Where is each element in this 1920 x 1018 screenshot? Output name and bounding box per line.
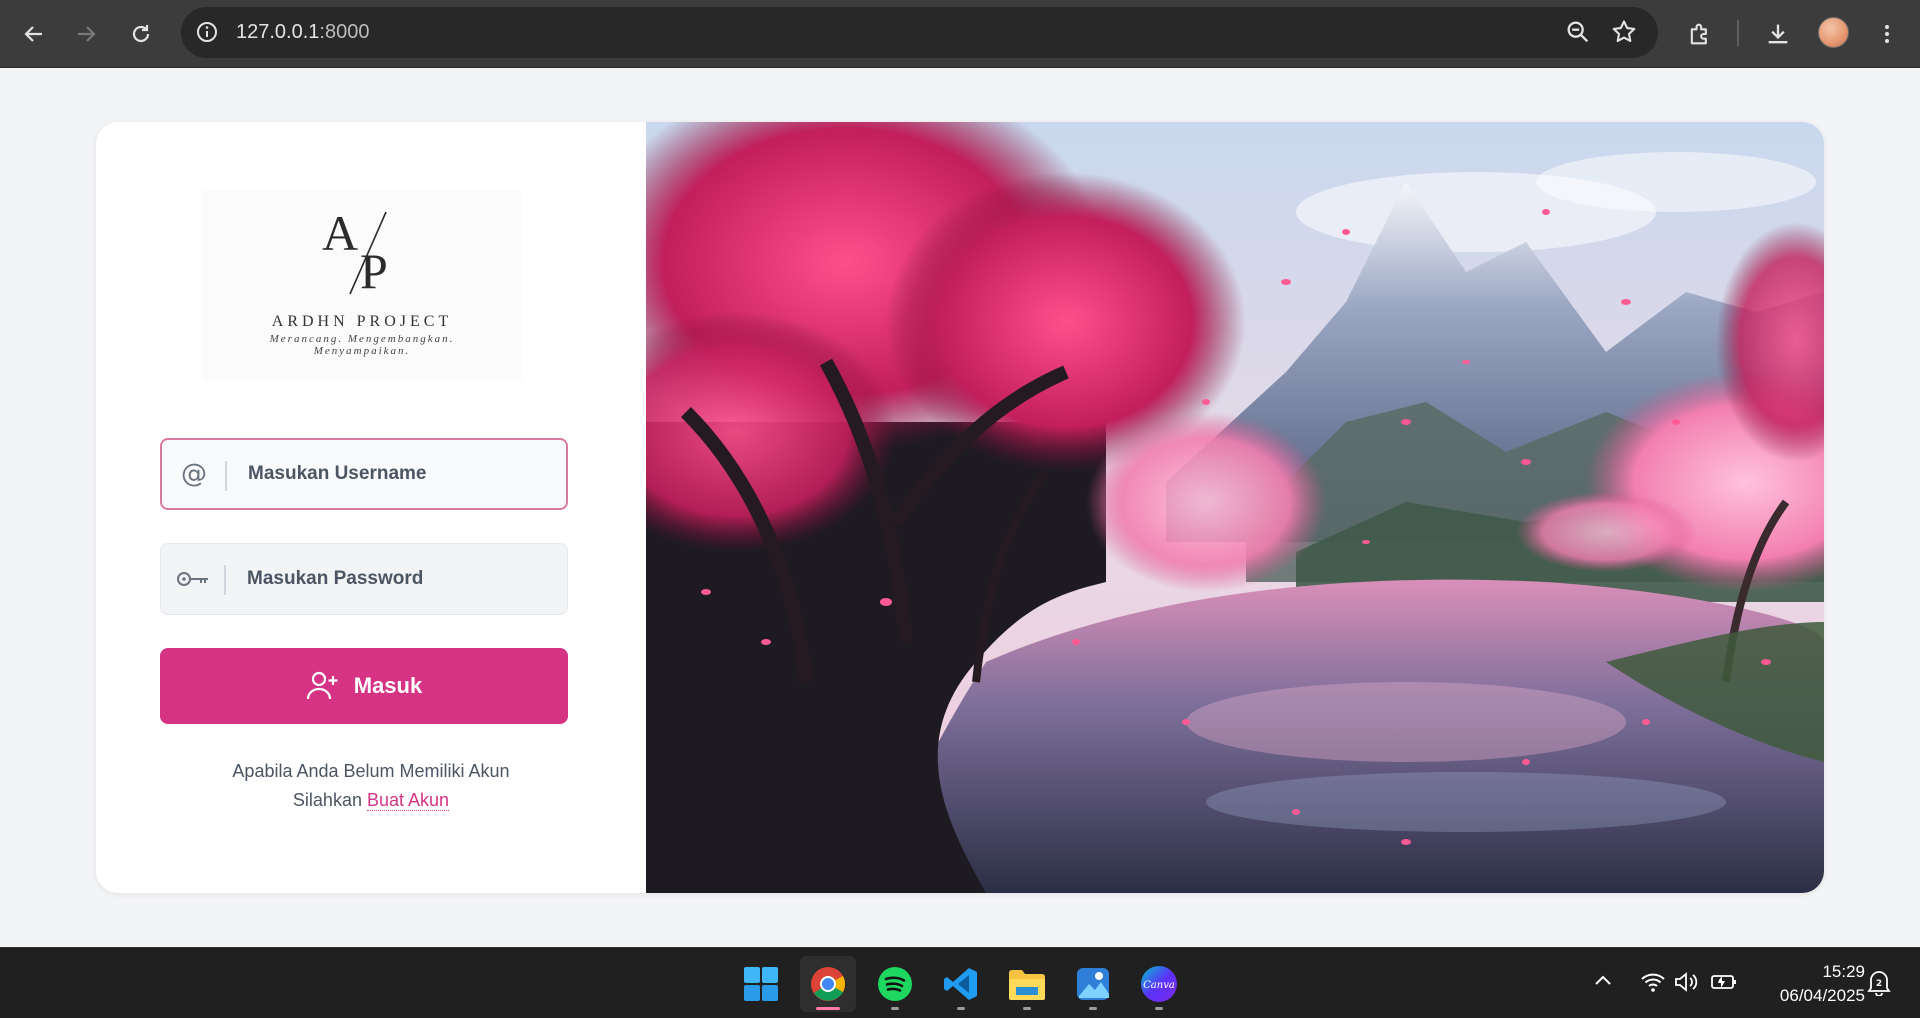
logo-letter-p: P: [360, 243, 388, 299]
volume-icon[interactable]: [1673, 970, 1699, 999]
clock-time: 15:29: [1822, 962, 1865, 981]
brand-logo: A P ARDHN PROJECT Merancang. Mengembangk…: [202, 190, 522, 380]
taskbar-app-canva[interactable]: Canva: [1131, 956, 1187, 1012]
browser-toolbar: 127.0.0.1:8000: [0, 0, 1920, 68]
signup-prefix: Silahkan: [292, 790, 362, 810]
taskbar-app-photos[interactable]: [1065, 956, 1121, 1012]
taskbar-app-vscode[interactable]: [933, 956, 989, 1012]
canva-logo-text: Canva: [1143, 980, 1175, 991]
wifi-icon[interactable]: [1640, 970, 1666, 999]
login-button-label: Masuk: [353, 673, 423, 698]
chrome-icon: [811, 967, 845, 1001]
windows-start-icon: [744, 967, 778, 1001]
back-button[interactable]: [14, 14, 54, 54]
file-explorer-icon: [1009, 970, 1045, 1000]
logo-monogram: A P: [202, 200, 522, 305]
password-input[interactable]: [247, 544, 547, 614]
taskbar-app-file-explorer[interactable]: [999, 956, 1055, 1012]
reload-icon: [132, 25, 150, 43]
download-icon: [1768, 24, 1788, 44]
extensions-button[interactable]: [1680, 14, 1720, 54]
login-panel: A P ARDHN PROJECT Merancang. Mengembangk…: [96, 122, 646, 893]
running-indicator: [957, 1007, 965, 1010]
field-divider: [224, 565, 226, 595]
reload-button[interactable]: [121, 14, 161, 54]
hero-image: [646, 122, 1824, 893]
running-indicator: [1089, 1007, 1097, 1010]
address-bar[interactable]: 127.0.0.1:8000: [181, 7, 1658, 58]
menu-button[interactable]: [1867, 14, 1907, 54]
vscode-icon: [944, 968, 977, 1000]
battery-icon[interactable]: [1710, 970, 1738, 999]
start-button[interactable]: [733, 956, 789, 1012]
running-indicator: [1155, 1007, 1163, 1010]
url-text[interactable]: 127.0.0.1:8000: [236, 21, 369, 44]
chevron-up-icon[interactable]: [1592, 970, 1614, 997]
brand-tagline: Merancang. Mengembangkan. Menyampaikan.: [269, 333, 455, 357]
notification-bell-icon[interactable]: 2: [1866, 968, 1892, 1001]
at-icon: @: [181, 459, 207, 489]
running-indicator: [891, 1007, 899, 1010]
site-info-icon[interactable]: [195, 20, 219, 44]
clock-date: 06/04/2025: [1779, 986, 1865, 1005]
login-card: A P ARDHN PROJECT Merancang. Mengembangk…: [96, 122, 1824, 893]
taskbar-app-chrome[interactable]: [800, 956, 856, 1012]
key-icon: [173, 544, 213, 614]
profile-avatar[interactable]: [1818, 17, 1849, 48]
notification-count: 2: [1876, 979, 1882, 989]
logo-letter-a: A: [322, 205, 358, 261]
login-button[interactable]: Masuk: [160, 648, 568, 724]
create-account-link[interactable]: Buat Akun: [366, 790, 450, 811]
toolbar-divider: [1737, 20, 1739, 46]
forward-button[interactable]: [66, 14, 106, 54]
spotify-icon: [878, 967, 912, 1001]
canva-icon: Canva: [1141, 966, 1177, 1002]
user-plus-icon: [306, 671, 338, 700]
signup-prompt: Apabila Anda Belum Memiliki Akun Silahka…: [96, 757, 646, 815]
puzzle-icon: [1690, 23, 1707, 45]
zoom-icon[interactable]: [1564, 18, 1592, 46]
bookmark-star-icon[interactable]: [1610, 18, 1638, 46]
photos-icon: [1077, 968, 1109, 1000]
taskbar-app-spotify[interactable]: [867, 956, 923, 1012]
arrow-right-icon: [78, 26, 96, 42]
windows-taskbar: Canva 15:29 06/04/2025 2: [0, 947, 1920, 1018]
username-field[interactable]: @: [160, 438, 568, 510]
active-indicator: [816, 1007, 840, 1010]
running-indicator: [1023, 1007, 1031, 1010]
downloads-button[interactable]: [1758, 14, 1798, 54]
system-clock[interactable]: 15:29 06/04/2025: [1755, 960, 1865, 1008]
username-input[interactable]: [248, 440, 548, 508]
password-field[interactable]: [160, 543, 568, 615]
signup-text: Apabila Anda Belum Memiliki Akun: [232, 761, 510, 781]
field-divider: [225, 461, 227, 491]
more-vertical-icon: [1885, 25, 1889, 43]
brand-name: ARDHN PROJECT: [271, 313, 453, 330]
arrow-left-icon: [24, 26, 42, 42]
